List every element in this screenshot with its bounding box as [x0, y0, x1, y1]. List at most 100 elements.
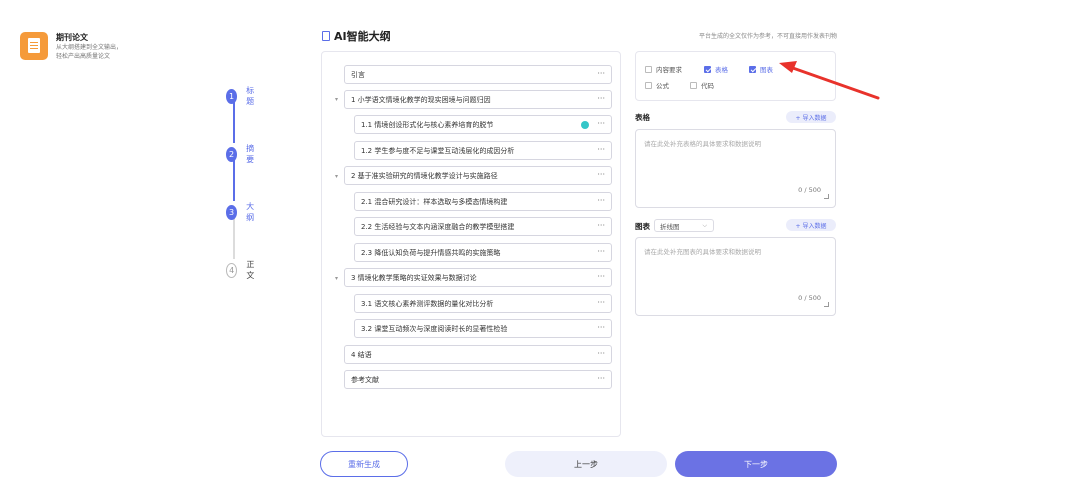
- placeholder: 请在此处补充图表的具体要求和数据说明: [644, 248, 761, 256]
- page-title-text: AI智能大纲: [334, 30, 391, 43]
- outline-item-text: 2.3 降低认知负荷与提升情感共鸣的实施策略: [361, 248, 501, 257]
- outline-item-text: 2.2 生活经验与文本内涵深度融合的教学模型搭建: [361, 222, 515, 231]
- step-label: 摘要: [246, 144, 255, 164]
- product-card: 期刊论文 从大纲搭建到全文输出， 轻松产出高质量论文: [20, 32, 122, 61]
- chart-requirements-input[interactable]: 请在此处补充图表的具体要求和数据说明 0 / 500: [635, 237, 836, 316]
- outline-subitem[interactable]: 3.1 语文核心素养测评数据的量化对比分析 ···: [354, 294, 612, 313]
- product-desc-1: 从大纲搭建到全文输出，: [56, 44, 123, 51]
- more-icon[interactable]: ···: [597, 170, 605, 179]
- outline-item-text: 引言: [351, 70, 365, 79]
- previous-step-button[interactable]: 上一步: [505, 451, 667, 477]
- ai-badge-icon: [581, 121, 589, 129]
- regenerate-button[interactable]: 重新生成: [320, 451, 408, 477]
- journal-paper-icon: [20, 32, 48, 60]
- outline-icon: [322, 31, 330, 41]
- checkbox[interactable]: [749, 65, 756, 73]
- option-content-requirement[interactable]: 内容要求: [645, 64, 682, 74]
- next-step-button[interactable]: 下一步: [675, 451, 837, 477]
- step-number: 4: [226, 262, 238, 278]
- more-icon[interactable]: ···: [597, 145, 605, 154]
- step-title[interactable]: 1 标题: [226, 85, 258, 107]
- more-icon[interactable]: ···: [597, 349, 605, 358]
- page-title: AI智能大纲: [322, 28, 391, 44]
- placeholder: 请在此处补充表格的具体要求和数据说明: [644, 140, 761, 148]
- disclaimer-notice: 平台生成的全文仅作为参考，不可直接用作发表刊物: [698, 33, 837, 40]
- char-counter: 0 / 500: [798, 294, 821, 302]
- step-connector: [233, 217, 235, 259]
- more-icon[interactable]: ···: [597, 119, 605, 128]
- more-icon[interactable]: ···: [597, 272, 605, 281]
- outline-item[interactable]: 1 小学语文情境化教学的现实困境与问题归因 ···: [344, 90, 612, 109]
- outline-item[interactable]: 2 基于准实验研究的情境化教学设计与实施路径 ···: [344, 166, 612, 185]
- outline-item-text: 3 情境化教学策略的实证效果与数据讨论: [351, 273, 477, 282]
- step-label: 标题: [246, 86, 255, 106]
- chart-section-title: 图表: [635, 222, 650, 231]
- chart-type-value: 折线图: [660, 222, 680, 231]
- outline-subitem[interactable]: 2.3 降低认知负荷与提升情感共鸣的实施策略 ···: [354, 243, 612, 262]
- chevron-down-icon: ⌵: [702, 222, 707, 229]
- option-formula[interactable]: 公式: [645, 80, 669, 90]
- outline-item-text: 3.1 语文核心素养测评数据的量化对比分析: [361, 299, 494, 308]
- chart-type-select[interactable]: 折线图 ⌵: [654, 219, 714, 232]
- option-label: 代码: [701, 82, 714, 90]
- more-icon[interactable]: ···: [597, 298, 605, 307]
- step-number: 2: [226, 146, 238, 162]
- checkbox[interactable]: [645, 65, 652, 73]
- step-number: 1: [226, 88, 238, 104]
- outline-item-text: 4 结语: [351, 350, 372, 359]
- outline-item[interactable]: 4 结语 ···: [344, 345, 612, 364]
- checkbox[interactable]: [704, 65, 711, 73]
- outline-item-text: 1.1 情境创设形式化与核心素养培育的脱节: [361, 120, 494, 129]
- step-abstract[interactable]: 2 摘要: [226, 143, 258, 165]
- red-arrow-icon: [779, 61, 880, 100]
- more-icon[interactable]: ···: [597, 221, 605, 230]
- outline-panel: ▾ ▾ ▾ 引言 ··· 1 小学语文情境化教学的现实困境与问题归因 ··· 1…: [321, 51, 621, 437]
- resize-handle-icon[interactable]: [824, 194, 829, 199]
- checkbox[interactable]: [690, 81, 697, 89]
- outline-item[interactable]: 参考文献 ···: [344, 370, 612, 389]
- collapse-caret-icon[interactable]: ▾: [335, 275, 338, 282]
- outline-subitem[interactable]: 1.1 情境创设形式化与核心素养培育的脱节 ···: [354, 115, 612, 134]
- outline-item-text: 2 基于准实验研究的情境化教学设计与实施路径: [351, 171, 498, 180]
- option-table[interactable]: 表格: [704, 64, 728, 74]
- collapse-caret-icon[interactable]: ▾: [335, 96, 338, 103]
- option-label: 公式: [656, 82, 669, 90]
- more-icon[interactable]: ···: [597, 94, 605, 103]
- outline-subitem[interactable]: 2.1 混合研究设计：样本选取与多模态情境构建 ···: [354, 192, 612, 211]
- step-label: 大纲: [246, 202, 255, 222]
- step-connector: [233, 101, 235, 143]
- resize-handle-icon[interactable]: [824, 302, 829, 307]
- outline-item-text: 1 小学语文情境化教学的现实困境与问题归因: [351, 95, 491, 104]
- collapse-caret-icon[interactable]: ▾: [335, 173, 338, 180]
- outline-subitem[interactable]: 3.2 课堂互动频次与深度阅读时长的显著性检验 ···: [354, 319, 612, 338]
- option-code[interactable]: 代码: [690, 80, 714, 90]
- product-desc-2: 轻松产出高质量论文: [56, 53, 111, 60]
- step-connector: [233, 159, 235, 201]
- outline-item-text: 1.2 学生参与度不足与课堂互动浅层化的成因分析: [361, 146, 515, 155]
- outline-item[interactable]: 引言 ···: [344, 65, 612, 84]
- outline-item-text: 2.1 混合研究设计：样本选取与多模态情境构建: [361, 197, 508, 206]
- outline-item-text: 参考文献: [351, 375, 379, 384]
- option-label: 表格: [715, 66, 728, 74]
- more-icon[interactable]: ···: [597, 196, 605, 205]
- product-name: 期刊论文: [56, 33, 88, 42]
- outline-item-text: 3.2 课堂互动频次与深度阅读时长的显著性检验: [361, 324, 508, 333]
- outline-subitem[interactable]: 2.2 生活经验与文本内涵深度融合的教学模型搭建 ···: [354, 217, 612, 236]
- more-icon[interactable]: ···: [597, 374, 605, 383]
- outline-item[interactable]: 3 情境化教学策略的实证效果与数据讨论 ···: [344, 268, 612, 287]
- option-label: 内容要求: [656, 66, 682, 74]
- more-icon[interactable]: ···: [597, 323, 605, 332]
- more-icon[interactable]: ···: [597, 247, 605, 256]
- outline-subitem[interactable]: 1.2 学生参与度不足与课堂互动浅层化的成因分析 ···: [354, 141, 612, 160]
- checkbox[interactable]: [645, 81, 652, 89]
- step-label: 正文: [246, 260, 255, 280]
- chart-import-button[interactable]: + 导入数据: [786, 219, 836, 231]
- table-section-title: 表格: [635, 113, 650, 122]
- table-import-button[interactable]: + 导入数据: [786, 111, 836, 123]
- more-icon[interactable]: ···: [597, 69, 605, 78]
- step-body[interactable]: 4 正文: [226, 259, 258, 281]
- step-number: 3: [226, 204, 238, 220]
- table-requirements-input[interactable]: 请在此处补充表格的具体要求和数据说明 0 / 500: [635, 129, 836, 208]
- step-outline[interactable]: 3 大纲: [226, 201, 258, 223]
- char-counter: 0 / 500: [798, 186, 821, 194]
